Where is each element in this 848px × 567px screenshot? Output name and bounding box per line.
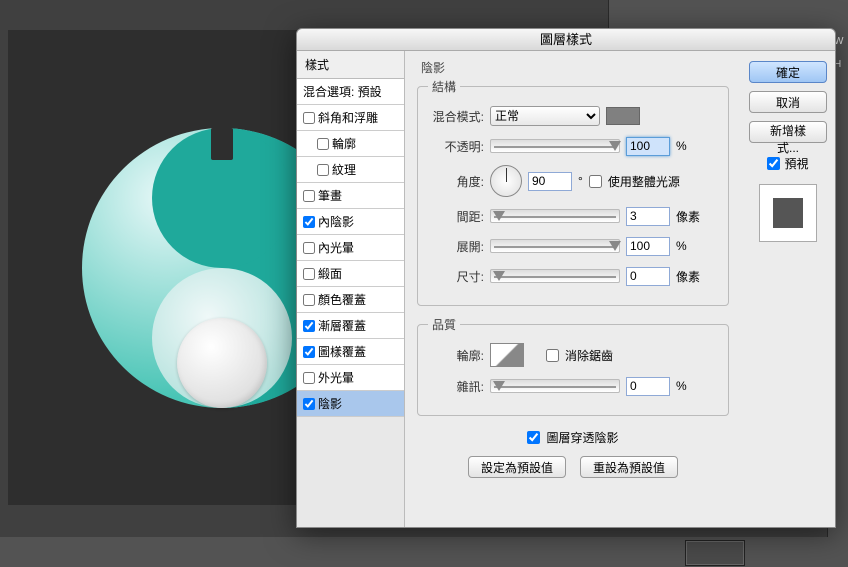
style-checkbox[interactable] — [303, 190, 315, 202]
style-label: 內光暈 — [318, 239, 354, 256]
styles-header[interactable]: 樣式 — [297, 51, 404, 79]
antialias-checkbox[interactable] — [546, 349, 559, 362]
distance-input[interactable] — [626, 207, 670, 226]
style-row-5[interactable]: 內光暈 — [297, 235, 404, 261]
style-label: 外光暈 — [318, 369, 354, 386]
ok-button[interactable]: 確定 — [749, 61, 827, 83]
styles-list: 樣式 混合選項: 預設 斜角和浮雕輪廓紋理筆畫內陰影內光暈緞面顏色覆蓋漸層覆蓋圖… — [297, 51, 405, 527]
style-label: 陰影 — [318, 395, 342, 412]
style-checkbox[interactable] — [303, 320, 315, 332]
blend-mode-select[interactable]: 正常 — [490, 106, 600, 126]
bottom-panel — [0, 537, 848, 567]
opacity-slider[interactable] — [490, 139, 620, 153]
noise-input[interactable] — [626, 377, 670, 396]
size-input[interactable] — [626, 267, 670, 286]
style-checkbox[interactable] — [303, 268, 315, 280]
style-checkbox[interactable] — [303, 242, 315, 254]
style-label: 斜角和浮雕 — [318, 109, 378, 126]
style-row-10[interactable]: 外光暈 — [297, 365, 404, 391]
style-row-0[interactable]: 斜角和浮雕 — [297, 105, 404, 131]
spread-input[interactable] — [626, 237, 670, 256]
style-row-8[interactable]: 漸層覆蓋 — [297, 313, 404, 339]
style-checkbox[interactable] — [303, 294, 315, 306]
style-row-7[interactable]: 顏色覆蓋 — [297, 287, 404, 313]
layer-style-dialog: 圖層樣式 樣式 混合選項: 預設 斜角和浮雕輪廓紋理筆畫內陰影內光暈緞面顏色覆蓋… — [296, 28, 836, 528]
style-checkbox[interactable] — [303, 112, 315, 124]
spread-slider[interactable] — [490, 239, 620, 253]
cancel-button[interactable]: 取消 — [749, 91, 827, 113]
style-label: 圖樣覆蓋 — [318, 343, 366, 360]
new-style-button[interactable]: 新增樣式... — [749, 121, 827, 143]
preview-thumbnail — [759, 184, 817, 242]
preview-checkbox[interactable] — [767, 157, 780, 170]
reset-default-button[interactable]: 重設為預設值 — [580, 456, 678, 478]
style-label: 顏色覆蓋 — [318, 291, 366, 308]
angle-input[interactable] — [528, 172, 572, 191]
panel-title: 陰影 — [417, 59, 729, 76]
style-row-9[interactable]: 圖樣覆蓋 — [297, 339, 404, 365]
style-row-11[interactable]: 陰影 — [297, 391, 404, 417]
style-checkbox[interactable] — [317, 138, 329, 150]
make-default-button[interactable]: 設定為預設值 — [468, 456, 566, 478]
blend-options-row[interactable]: 混合選項: 預設 — [297, 79, 404, 105]
style-row-1[interactable]: 輪廓 — [297, 131, 404, 157]
style-label: 紋理 — [332, 161, 356, 178]
angle-dial[interactable] — [490, 165, 522, 197]
blend-mode-label: 混合模式: — [428, 108, 484, 125]
layer-thumbnail[interactable] — [685, 540, 745, 566]
style-row-4[interactable]: 內陰影 — [297, 209, 404, 235]
style-label: 筆畫 — [318, 187, 342, 204]
contour-picker[interactable] — [490, 343, 524, 367]
shadow-color-swatch[interactable] — [606, 107, 640, 125]
style-row-2[interactable]: 紋理 — [297, 157, 404, 183]
style-row-6[interactable]: 緞面 — [297, 261, 404, 287]
structure-group: 結構 混合模式: 正常 不透明: % 角度: ° — [417, 78, 729, 306]
size-slider[interactable] — [490, 269, 620, 283]
quality-group: 品質 輪廓: 消除鋸齒 雜訊: % — [417, 316, 729, 416]
style-label: 緞面 — [318, 265, 342, 282]
style-label: 漸層覆蓋 — [318, 317, 366, 334]
style-checkbox[interactable] — [303, 346, 315, 358]
style-label: 輪廓 — [332, 135, 356, 152]
style-checkbox[interactable] — [303, 216, 315, 228]
opacity-input[interactable] — [626, 137, 670, 156]
style-label: 內陰影 — [318, 213, 354, 230]
knockout-checkbox[interactable] — [527, 431, 540, 444]
noise-slider[interactable] — [490, 379, 620, 393]
global-light-checkbox[interactable] — [589, 175, 602, 188]
style-checkbox[interactable] — [303, 372, 315, 384]
dialog-title: 圖層樣式 — [297, 29, 835, 51]
style-row-3[interactable]: 筆畫 — [297, 183, 404, 209]
style-checkbox[interactable] — [317, 164, 329, 176]
style-checkbox[interactable] — [303, 398, 315, 410]
distance-slider[interactable] — [490, 209, 620, 223]
